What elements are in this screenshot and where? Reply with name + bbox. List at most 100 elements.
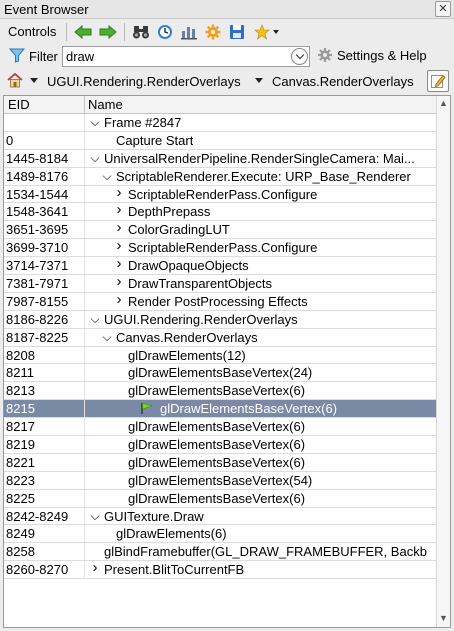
toolbar-divider (66, 23, 67, 41)
time-durations-button[interactable] (154, 22, 176, 42)
table-row[interactable]: 8211 glDrawElementsBaseVertex(24) (4, 364, 436, 383)
table-row[interactable]: 1534-1544 › ScriptableRenderPass.Configure (4, 184, 436, 204)
table-row[interactable]: 8260-8270 › Present.BlitToCurrentFB (4, 559, 436, 580)
close-button[interactable]: ✕ (435, 1, 451, 17)
event-name: glDrawElementsBaseVertex(6) (128, 383, 306, 399)
save-button[interactable] (226, 22, 248, 42)
filter-dropdown-button[interactable] (291, 48, 308, 65)
eid-cell: 0 (6, 132, 14, 148)
filter-input[interactable] (62, 46, 310, 67)
table-row[interactable]: 1489-8176 ⌵ ScriptableRenderer.Execute: UR… (4, 167, 436, 186)
column-header-name[interactable]: Name (88, 97, 123, 112)
edit-breadcrumb-button[interactable] (427, 70, 449, 92)
event-name: UGUI.Rendering.RenderOverlays (104, 311, 298, 327)
chevron-right-icon[interactable]: › (114, 273, 124, 290)
timer-icon (158, 25, 172, 39)
table-row[interactable]: 3651-3695 › ColorGradingLUT (4, 219, 436, 240)
find-button[interactable] (130, 22, 152, 42)
table-row[interactable]: 0 Capture Start (4, 131, 436, 150)
table-row[interactable]: ⌵ Frame #2847 (4, 114, 436, 132)
table-row[interactable]: 1445-8184 ⌵ UniversalRenderPipeline.Render… (4, 149, 436, 168)
column-divider[interactable] (84, 96, 85, 114)
eid-cell: 8223 (6, 472, 35, 488)
eid-cell: 1445-8184 (6, 150, 69, 166)
breadcrumb-item[interactable]: UGUI.Rendering.RenderOverlays (47, 74, 241, 89)
filter-label: Filter (29, 49, 58, 64)
chevron-down-icon[interactable] (30, 78, 38, 83)
title-bar: Event Browser ✕ (0, 0, 454, 19)
settings-label: Settings & Help (337, 47, 427, 63)
table-row[interactable]: 3699-3710 › ScriptableRenderPass.Configure (4, 237, 436, 258)
chevron-down-icon[interactable]: ⌵ (102, 169, 112, 184)
table-row[interactable]: 8225 glDrawElementsBaseVertex(6) (4, 489, 436, 508)
table-row[interactable]: 8258 glBindFramebuffer(GL_DRAW_FRAMEBUFFE… (4, 543, 436, 562)
column-divider (84, 364, 85, 383)
chevron-right-icon[interactable]: › (114, 184, 124, 201)
chevron-down-icon[interactable]: ⌵ (90, 312, 100, 327)
eid-cell: 8221 (6, 454, 35, 470)
event-name: Capture Start (116, 132, 194, 148)
settings-icon (318, 48, 332, 62)
vertical-scrollbar[interactable]: ▲ ▼ (436, 96, 450, 627)
table-row[interactable]: 8242-8249 ⌵ GUITexture.Draw (4, 507, 436, 526)
chevron-right-icon[interactable]: › (114, 255, 124, 272)
table-row[interactable]: 8219 glDrawElementsBaseVertex(6) (4, 436, 436, 455)
table-row[interactable]: 8187-8225 ⌵ Canvas.RenderOverlays (4, 328, 436, 347)
chevron-right-icon[interactable]: › (90, 559, 100, 576)
controls-toolbar: Controls (0, 20, 454, 44)
table-row[interactable]: 8223 glDrawElementsBaseVertex(54) (4, 471, 436, 490)
bookmark-icon (253, 24, 270, 40)
table-row[interactable]: 3714-7371 › DrawOpaqueObjects (4, 255, 436, 276)
table-row[interactable]: 7987-8155 › Render PostProcessing Effects (4, 291, 436, 311)
event-name: glDrawElementsBaseVertex(6) (128, 490, 306, 506)
table-row[interactable]: 8186-8226 ⌵ UGUI.Rendering.RenderOverlays (4, 310, 436, 329)
settings-gear-button[interactable] (202, 22, 224, 42)
table-row[interactable]: 1548-3641 › DepthPrepass (4, 201, 436, 222)
column-header-eid[interactable]: EID (8, 97, 30, 112)
column-divider (84, 131, 85, 150)
column-divider (84, 507, 85, 526)
event-name: glDrawElements(6) (116, 526, 227, 542)
eid-cell: 1534-1544 (6, 186, 69, 202)
breadcrumb-item[interactable]: Canvas.RenderOverlays (272, 74, 414, 89)
eid-cell: 8187-8225 (6, 329, 69, 345)
event-name: DrawTransparentObjects (128, 276, 273, 292)
settings-help-button[interactable]: Settings & Help (317, 47, 427, 63)
edit-icon (431, 74, 446, 88)
home-button[interactable] (7, 72, 23, 91)
column-divider (84, 203, 85, 222)
event-name: GUITexture.Draw (104, 508, 204, 524)
tree-header: EID Name (4, 96, 436, 114)
event-name: Render PostProcessing Effects (128, 293, 308, 309)
table-row[interactable]: 8208 glDrawElements(12) (4, 346, 436, 365)
next-event-button[interactable] (97, 22, 119, 42)
scroll-down-icon[interactable]: ▼ (439, 613, 448, 623)
chevron-down-icon[interactable]: ⌵ (90, 115, 100, 130)
chevron-right-icon[interactable]: › (114, 201, 124, 218)
filter-icon (8, 48, 26, 66)
scroll-up-icon[interactable]: ▲ (439, 98, 448, 108)
tree-rows: ⌵ Frame #2847 0 Capture Start 1445-8184 ⌵ Univ… (4, 114, 436, 580)
event-tree[interactable]: EID Name ⌵ Frame #2847 0 Capture Start 1445-… (3, 95, 451, 628)
table-row[interactable]: 8249 glDrawElements(6) (4, 525, 436, 544)
table-row[interactable]: 8213 glDrawElementsBaseVertex(6) (4, 382, 436, 401)
chevron-down-icon (272, 30, 279, 34)
chevron-right-icon[interactable]: › (114, 219, 124, 236)
chevron-down-icon[interactable]: ⌵ (90, 509, 100, 524)
chevron-right-icon[interactable]: › (114, 291, 124, 308)
table-row[interactable]: 8221 glDrawElementsBaseVertex(6) (4, 453, 436, 472)
statistics-button[interactable] (178, 22, 200, 42)
previous-event-button[interactable] (72, 22, 94, 42)
chevron-right-icon[interactable]: › (114, 237, 124, 254)
table-row[interactable]: 8217 glDrawElementsBaseVertex(6) (4, 418, 436, 437)
toolbar-label: Controls (8, 24, 57, 39)
chevron-down-icon[interactable]: ⌵ (90, 151, 100, 166)
chevron-down-icon[interactable]: ⌵ (102, 330, 112, 345)
chevron-down-icon[interactable] (255, 78, 263, 83)
table-row[interactable]: 8215 glDrawElementsBaseVertex(6) (4, 400, 436, 419)
table-row[interactable]: 7381-7971 › DrawTransparentObjects (4, 273, 436, 294)
column-divider (84, 239, 85, 258)
event-name: glDrawElementsBaseVertex(54) (128, 472, 313, 488)
bookmark-dropdown[interactable] (251, 22, 281, 42)
column-divider (84, 310, 85, 329)
